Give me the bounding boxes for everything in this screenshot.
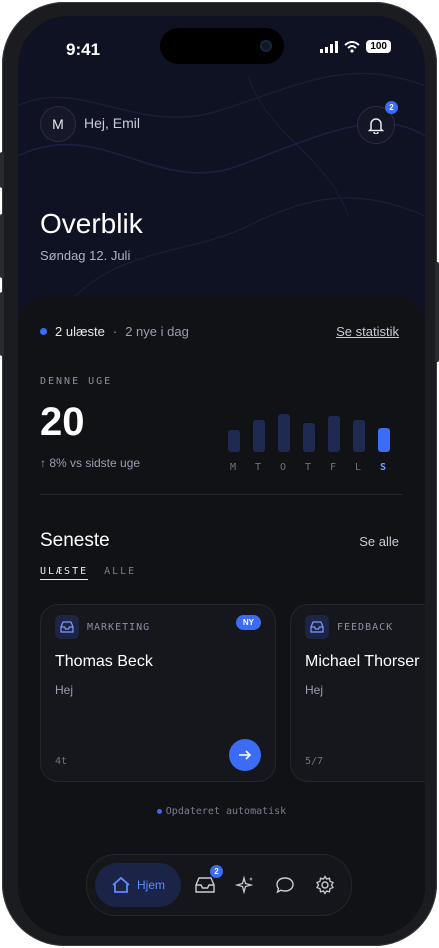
nav-home-label: Hjem [136, 878, 165, 892]
inbox-icon [55, 615, 79, 639]
nav-inbox[interactable]: 2 [193, 865, 223, 897]
message-time: 4t [55, 756, 68, 767]
message-card[interactable]: MARKETING NY Thomas Beck Hej 4t [40, 604, 276, 782]
unread-summary: 2 ulæste · 2 nye i dag [40, 324, 189, 339]
day-label: T [305, 462, 312, 473]
nav-chat[interactable] [273, 873, 297, 897]
see-all-link[interactable]: Se alle [359, 534, 399, 549]
nav-settings[interactable] [313, 873, 337, 897]
day-label: M [230, 462, 237, 473]
recent-title: Seneste [40, 530, 110, 551]
unread-dot-icon [40, 328, 47, 335]
day-label: T [255, 462, 262, 473]
open-message-button[interactable] [229, 739, 261, 771]
notification-badge: 2 [385, 101, 398, 114]
auto-update-note: Opdateret automatisk [18, 806, 425, 817]
volume-down-button [0, 292, 4, 356]
bar-2 [278, 414, 290, 452]
inbox-icon [195, 877, 215, 893]
status-icons: 100 [320, 40, 391, 53]
week-bar-chart [228, 412, 398, 452]
auto-update-text: Opdateret automatisk [165, 806, 287, 817]
wifi-icon [344, 40, 360, 53]
bar-0 [228, 430, 240, 452]
sender-name: Thomas Beck [55, 653, 153, 670]
page-date: Søndag 12. Juli [40, 248, 131, 263]
nav-ai[interactable] [233, 873, 257, 897]
phone-frame: 9:41 100 M Hej, Emil 2 Overblik Søndag 1… [0, 2, 439, 946]
bar-4 [328, 416, 340, 452]
camera-icon [260, 40, 272, 52]
bar-3 [303, 423, 315, 452]
separator: · [112, 324, 118, 339]
arrow-right-icon [239, 750, 252, 760]
week-label: DENNE UGE [40, 376, 113, 387]
message-time: 5/7 [305, 756, 324, 767]
sparkle-icon [235, 875, 254, 895]
unread-count: 2 ulæste [55, 324, 105, 339]
new-badge: NY [235, 615, 261, 630]
chat-bubble-icon [276, 877, 294, 894]
bell-icon [368, 117, 384, 134]
gear-icon [316, 875, 334, 895]
action-button [0, 152, 4, 188]
dynamic-island [160, 28, 284, 64]
bottom-nav: Hjem 2 [86, 854, 352, 916]
screen: 9:41 100 M Hej, Emil 2 Overblik Søndag 1… [18, 16, 425, 936]
inbox-badge: 2 [210, 865, 223, 878]
battery-indicator: 100 [366, 40, 391, 53]
see-statistics-link[interactable]: Se statistik [336, 324, 399, 339]
week-total: 20 [40, 400, 85, 444]
power-button [435, 262, 439, 362]
tab-all[interactable]: ALLE [104, 566, 136, 580]
live-dot-icon [156, 809, 162, 814]
tab-unread[interactable]: ULÆSTE [40, 566, 89, 580]
day-label: F [330, 462, 337, 473]
status-time: 9:41 [66, 40, 101, 59]
message-preview: Hej [305, 683, 324, 697]
notifications-button[interactable]: 2 [357, 101, 398, 144]
day-label: S [380, 462, 387, 473]
inbox-icon [305, 615, 329, 639]
greeting: Hej, Emil [84, 115, 141, 131]
divider [40, 494, 403, 495]
card-tag: FEEDBACK [337, 621, 394, 633]
week-trend: ↑ 8% vs sidste uge [40, 456, 141, 470]
day-label: O [280, 462, 287, 473]
message-card[interactable]: FEEDBACK Michael Thorser Hej 5/7 [290, 604, 425, 782]
message-preview: Hej [55, 683, 74, 697]
bar-6 [378, 428, 390, 452]
bar-5 [353, 420, 365, 452]
home-icon [112, 876, 130, 893]
card-category: FEEDBACK [305, 615, 393, 639]
signal-icon [320, 40, 339, 53]
bar-1 [253, 420, 265, 452]
day-label: L [355, 462, 362, 473]
card-tag: MARKETING [87, 621, 151, 633]
nav-home[interactable]: Hjem [95, 863, 181, 907]
sender-name: Michael Thorser [305, 653, 420, 670]
card-category: MARKETING [55, 615, 150, 639]
volume-up-button [0, 214, 4, 278]
page-title: Overblik [40, 208, 143, 239]
avatar[interactable]: M [40, 106, 76, 142]
recent-tabs: ULÆSTE ALLE [40, 566, 136, 580]
new-today: 2 nye i dag [125, 324, 189, 339]
